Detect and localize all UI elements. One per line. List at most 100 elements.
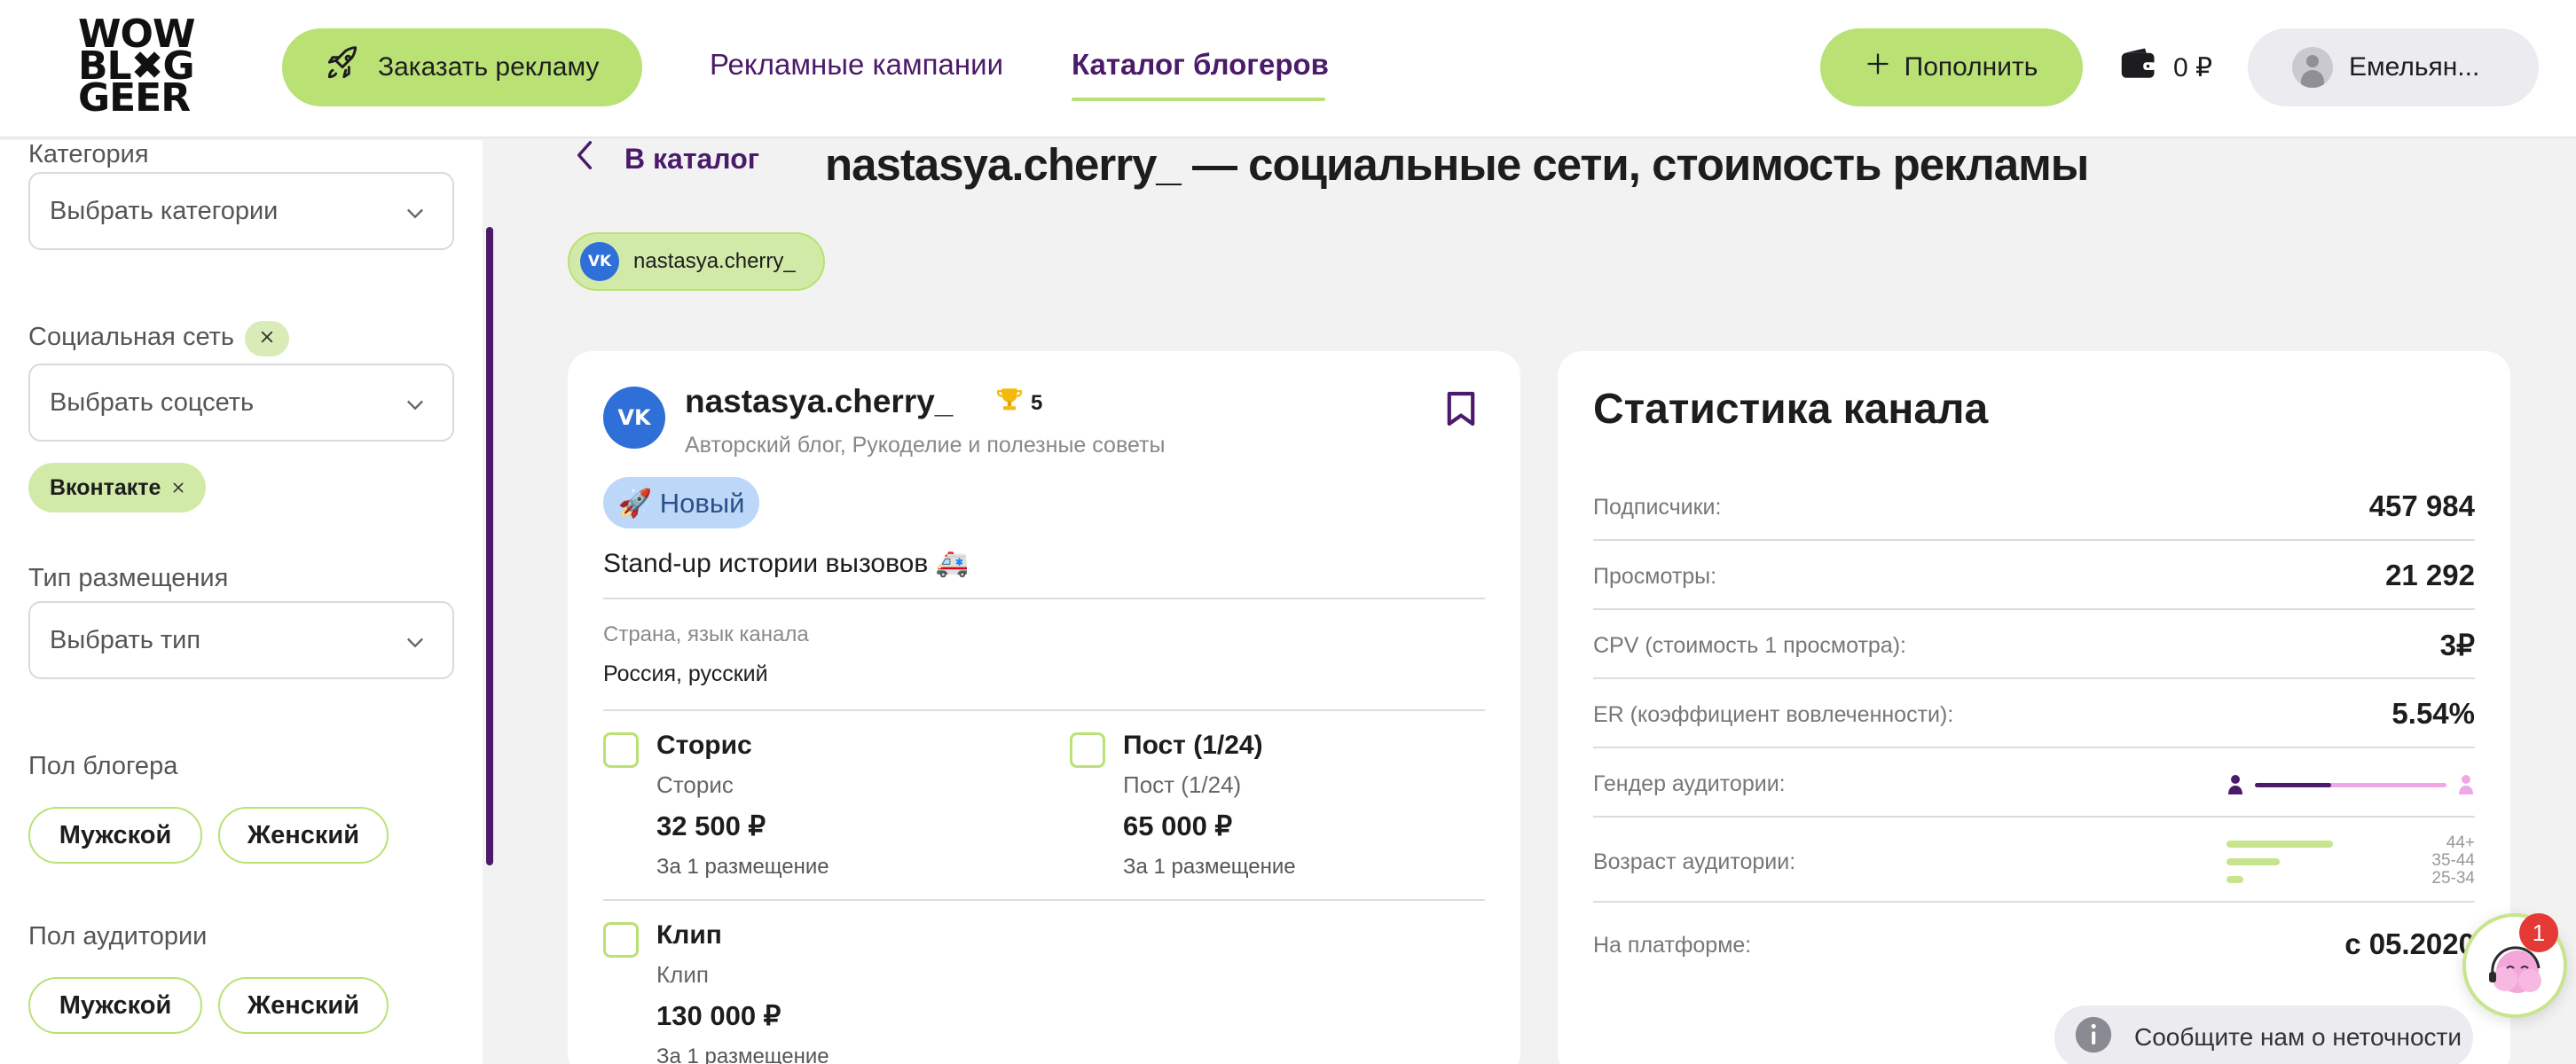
stats-title: Статистика канала xyxy=(1593,386,1989,433)
placement-type-placeholder: Выбрать тип xyxy=(50,625,201,654)
stat-cpv: CPV (стоимость 1 просмотра): 3₽ xyxy=(1593,610,2475,679)
chevron-down-icon xyxy=(403,200,428,232)
stat-label: Гендер аудитории: xyxy=(1593,771,1786,796)
channel-stats-card: Статистика канала Подписчики: 457 984 Пр… xyxy=(1558,351,2510,1064)
chevron-down-icon xyxy=(403,392,428,424)
wallet-icon xyxy=(2120,46,2157,89)
user-menu-button[interactable]: Емельян... xyxy=(2248,28,2539,106)
topup-label: Пополнить xyxy=(1904,52,2038,82)
offer-subtitle: Пост (1/24) xyxy=(1123,771,1242,798)
offer-title: Пост (1/24) xyxy=(1123,731,1263,760)
report-inaccuracy-button[interactable]: Сообщите нам о неточности xyxy=(2054,1005,2473,1064)
stat-label: Подписчики: xyxy=(1593,495,1722,520)
offer-checkbox[interactable] xyxy=(603,732,639,768)
wallet-balance[interactable]: 0 ₽ xyxy=(2120,46,2212,89)
vk-icon: VK xyxy=(603,387,665,449)
stat-platform-since: На платформе: с 05.2020 xyxy=(1593,903,2475,972)
rating-value: 5 xyxy=(1031,390,1043,415)
offer-per-placement: За 1 размещение xyxy=(1123,855,1296,879)
male-person-icon xyxy=(2228,775,2242,794)
blogger-gender-male-pill[interactable]: Мужской xyxy=(28,807,202,864)
stat-label: CPV (стоимость 1 просмотра): xyxy=(1593,633,1906,658)
offer-stories[interactable]: Сторис Сторис 32 500 ₽ За 1 размещение xyxy=(603,727,1047,887)
offer-price: 32 500 ₽ xyxy=(656,810,766,841)
plus-icon xyxy=(1865,51,1890,83)
category-select[interactable]: Выбрать категории xyxy=(28,172,454,250)
social-account-chip[interactable]: VK nastasya.cherry_ xyxy=(568,232,825,291)
trophy-icon xyxy=(993,385,1025,421)
social-network-label: Социальная сеть xyxy=(28,323,234,351)
nav-catalog[interactable]: Каталог блогеров xyxy=(1072,48,1329,82)
blogger-gender-label: Пол блогера xyxy=(28,752,178,780)
stat-views: Просмотры: 21 292 xyxy=(1593,541,2475,610)
order-ad-label: Заказать рекламу xyxy=(378,52,600,82)
stat-label: ER (коэффициент вовлеченности): xyxy=(1593,702,1954,727)
unread-count-badge: 1 xyxy=(2519,913,2558,952)
offer-title: Сторис xyxy=(656,731,752,760)
stat-label: Возраст аудитории: xyxy=(1593,849,1796,874)
stat-value: с 05.2020 xyxy=(2344,927,2475,960)
offer-clip[interactable]: Клип Клип 130 000 ₽ За 1 размещение xyxy=(603,917,1047,1064)
divider xyxy=(603,899,1485,901)
close-icon xyxy=(259,329,275,349)
placement-type-select[interactable]: Выбрать тип xyxy=(28,601,454,679)
close-icon[interactable] xyxy=(171,475,185,501)
audience-gender-male-pill[interactable]: Мужской xyxy=(28,977,202,1034)
offer-checkbox[interactable] xyxy=(603,922,639,958)
stat-gender: Гендер аудитории: xyxy=(1593,748,2475,818)
topup-button[interactable]: Пополнить xyxy=(1820,28,2083,106)
social-network-select[interactable]: Выбрать соцсеть xyxy=(28,364,454,442)
wowblogger-logo[interactable]: WOW BL✖G GEER xyxy=(78,15,202,118)
stat-label: На платформе: xyxy=(1593,933,1752,958)
offer-checkbox[interactable] xyxy=(1070,732,1105,768)
offer-price: 65 000 ₽ xyxy=(1123,810,1233,841)
audience-gender-female-pill[interactable]: Женский xyxy=(218,977,389,1034)
selected-social-label: Вконтакте xyxy=(50,474,161,500)
filter-sidebar: Категория Выбрать категории Социальная с… xyxy=(0,140,483,1064)
blogger-gender-female-pill[interactable]: Женский xyxy=(218,807,389,864)
divider xyxy=(603,598,1485,599)
placement-type-label: Тип размещения xyxy=(28,564,229,592)
offer-title: Клип xyxy=(656,920,722,950)
age-label-35-44: 35-44 xyxy=(2431,851,2475,870)
stat-label: Просмотры: xyxy=(1593,564,1717,589)
stat-value: 457 984 xyxy=(2368,489,2475,522)
age-bar-35-44 xyxy=(2227,858,2280,865)
offer-post[interactable]: Пост (1/24) Пост (1/24) 65 000 ₽ За 1 ра… xyxy=(1070,727,1478,887)
chevron-left-icon xyxy=(573,138,596,179)
offer-price: 130 000 ₽ xyxy=(656,1000,781,1031)
offer-subtitle: Сторис xyxy=(656,771,734,798)
selected-social-chip[interactable]: Вконтакте xyxy=(28,463,206,512)
nav-active-underline xyxy=(1072,98,1325,101)
offer-per-placement: За 1 размещение xyxy=(656,855,829,879)
bookmark-icon[interactable] xyxy=(1446,390,1476,432)
stat-age: Возраст аудитории: 44+ 35-44 25-34 xyxy=(1593,818,2475,903)
new-status-badge: 🚀 Новый xyxy=(603,477,759,528)
country-language-value: Россия, русский xyxy=(603,661,768,686)
age-bar-25-34 xyxy=(2227,876,2243,883)
stat-value: 21 292 xyxy=(2385,559,2475,591)
clear-social-filter-button[interactable] xyxy=(245,321,289,356)
blogger-categories: Авторский блог, Рукоделие и полезные сов… xyxy=(685,433,1166,458)
audience-gender-label: Пол аудитории xyxy=(28,922,208,951)
nav-campaigns[interactable]: Рекламные кампании xyxy=(710,48,1003,82)
channel-description: Stand-up истории вызовов 🚑 xyxy=(603,549,969,578)
social-account-label: nastasya.cherry_ xyxy=(633,249,796,273)
avatar xyxy=(2292,47,2333,88)
male-share-bar xyxy=(2255,783,2331,787)
age-distribution: 44+ 35-44 25-34 xyxy=(2227,832,2475,888)
age-label-44plus: 44+ xyxy=(2446,833,2475,852)
back-to-catalog-label: В каталог xyxy=(624,142,760,175)
stat-er: ER (коэффициент вовлеченности): 5.54% xyxy=(1593,679,2475,748)
blogger-name: nastasya.cherry_ xyxy=(685,383,954,419)
sidebar-scrollbar[interactable] xyxy=(486,227,493,865)
chevron-down-icon xyxy=(403,630,428,661)
gender-split-bar xyxy=(2227,773,2475,796)
order-ad-button[interactable]: Заказать рекламу xyxy=(282,28,642,106)
report-inaccuracy-label: Сообщите нам о неточности xyxy=(2134,1023,2462,1051)
back-to-catalog-link[interactable]: В каталог xyxy=(573,138,759,179)
rocket-icon xyxy=(323,44,362,90)
female-person-icon xyxy=(2459,775,2473,794)
chat-mascot-icon xyxy=(2466,946,2564,1018)
rating: 5 xyxy=(993,385,1042,421)
